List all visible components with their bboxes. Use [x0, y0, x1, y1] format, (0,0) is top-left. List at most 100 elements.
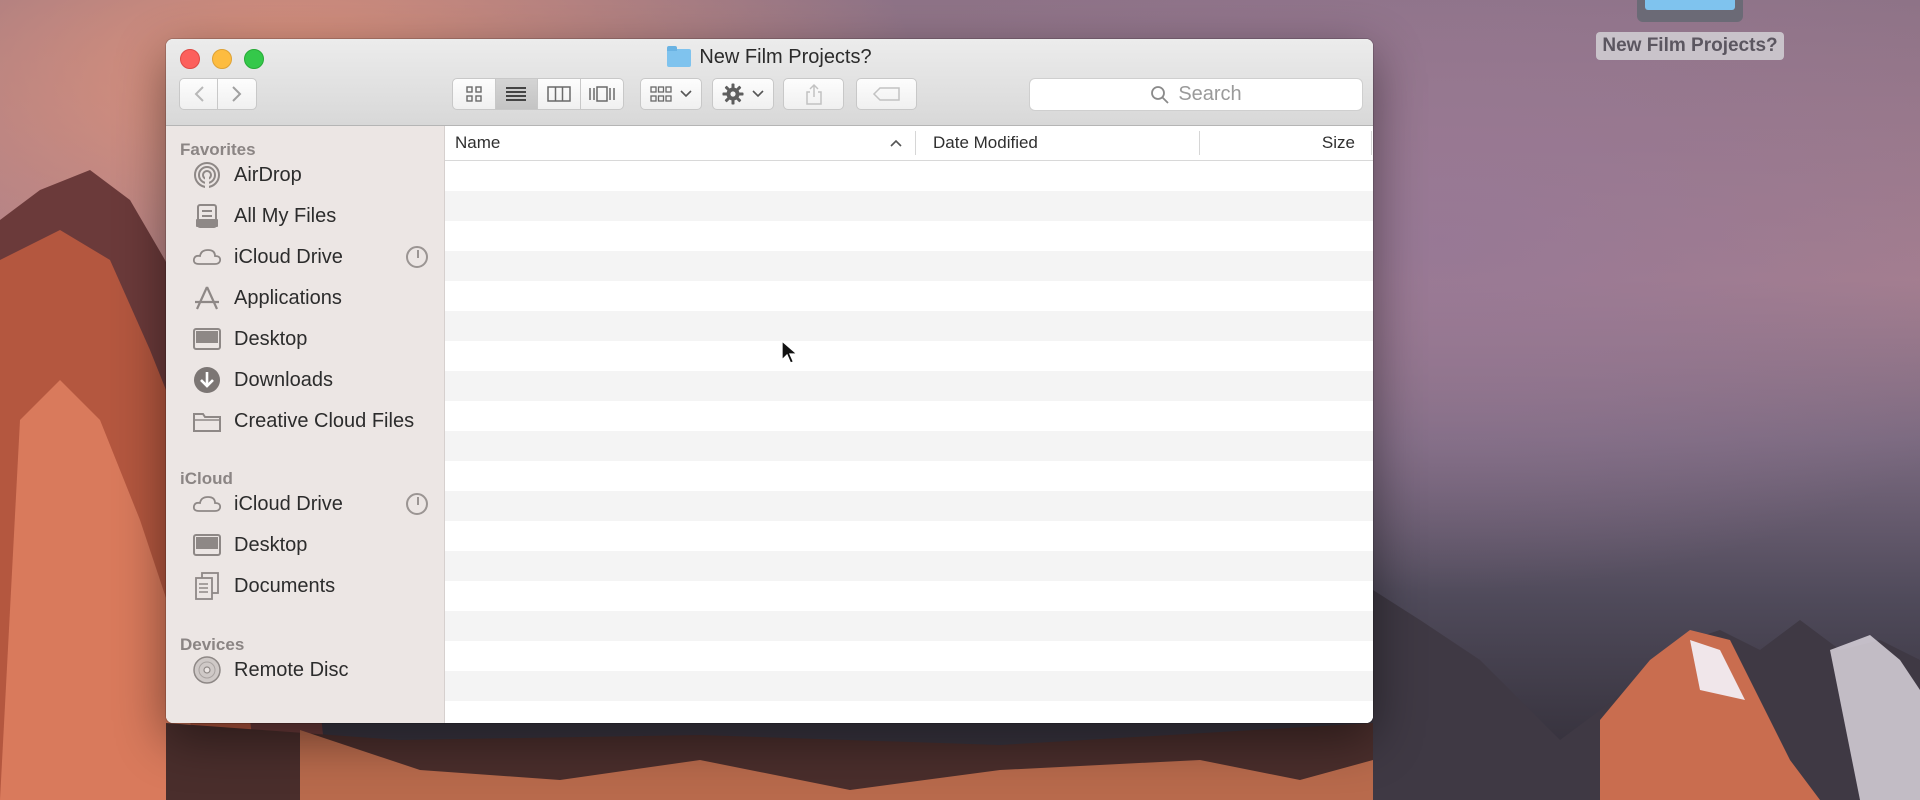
column-divider[interactable] [1371, 131, 1372, 155]
empty-row [445, 161, 1373, 191]
sidebar-item-airdrop[interactable]: AirDrop [192, 158, 428, 192]
sidebar-item-label: iCloud Drive [234, 245, 343, 268]
column-view-button[interactable] [538, 79, 581, 109]
desktop-folder-label: New Film Projects? [1596, 32, 1784, 60]
cloud-icon [192, 490, 222, 518]
sidebar: Favorites AirDrop All My Files iCloud Dr… [166, 126, 445, 723]
column-name-label: Name [455, 133, 501, 152]
empty-row [445, 641, 1373, 671]
mouse-cursor-icon [781, 340, 799, 364]
sidebar-item-desktop[interactable]: Desktop [192, 322, 428, 356]
sidebar-item-label: Creative Cloud Files [234, 409, 415, 432]
folder-icon [667, 45, 692, 67]
share-icon [805, 83, 822, 105]
sort-ascending-icon [890, 139, 902, 147]
back-button[interactable] [180, 79, 219, 109]
nav-buttons [179, 78, 257, 110]
window-title: New Film Projects? [166, 45, 1373, 69]
sync-progress-icon [406, 246, 428, 268]
chevron-right-icon [232, 86, 242, 102]
sidebar-item-label: Desktop [234, 533, 308, 556]
empty-row [445, 461, 1373, 491]
sidebar-item-label: Downloads [234, 368, 333, 391]
titlebar: New Film Projects? Search [166, 39, 1373, 126]
chevron-down-icon [680, 90, 692, 98]
list-icon [506, 87, 527, 101]
sidebar-item-documents[interactable]: Documents [192, 569, 428, 603]
desktop-folder[interactable]: New Film Projects? [1595, 0, 1785, 60]
action-button[interactable] [712, 78, 774, 110]
empty-row [445, 251, 1373, 281]
sidebar-item-label: iCloud Drive [234, 492, 343, 515]
column-size-label: Size [1321, 133, 1355, 152]
empty-row [445, 281, 1373, 311]
desktop-icon [192, 325, 222, 353]
column-size[interactable]: Size [1205, 126, 1355, 160]
sidebar-item-label: Applications [234, 286, 342, 309]
arrange-grid-icon [650, 86, 672, 102]
sync-progress-icon [406, 493, 428, 515]
folder-icon [1637, 0, 1743, 22]
file-list: Name Date Modified Size K [445, 126, 1373, 723]
window-title-text: New Film Projects? [699, 46, 872, 68]
sidebar-item-label: Remote Disc [234, 658, 349, 681]
gear-icon [722, 83, 744, 105]
sidebar-item-applications[interactable]: Applications [192, 281, 428, 315]
column-header: Name Date Modified Size K [445, 126, 1373, 161]
search-icon [1151, 85, 1169, 104]
empty-row [445, 581, 1373, 611]
all-files-icon [192, 202, 222, 230]
empty-row [445, 371, 1373, 401]
sidebar-item-icloud-drive[interactable]: iCloud Drive [192, 240, 428, 274]
empty-row [445, 341, 1373, 371]
chevron-down-icon [752, 90, 764, 98]
icon-view-button[interactable] [453, 79, 496, 109]
tags-button[interactable] [856, 78, 917, 110]
sidebar-item-icloud-drive[interactable]: iCloud Drive [192, 487, 428, 521]
cover-flow-button[interactable] [581, 79, 623, 109]
empty-row [445, 401, 1373, 431]
sidebar-item-icloud-desktop[interactable]: Desktop [192, 528, 428, 562]
sidebar-item-downloads[interactable]: Downloads [192, 363, 428, 397]
applications-icon [192, 284, 222, 312]
airdrop-icon [192, 161, 222, 189]
empty-row [445, 311, 1373, 341]
search-field[interactable]: Search [1029, 78, 1363, 111]
share-button[interactable] [783, 78, 844, 110]
sidebar-item-label: Desktop [234, 327, 308, 350]
column-divider[interactable] [915, 131, 916, 155]
empty-row [445, 221, 1373, 251]
columns-icon [547, 86, 571, 102]
chevron-left-icon [194, 86, 204, 102]
sidebar-item-remote-disc[interactable]: Remote Disc [192, 653, 428, 687]
column-divider[interactable] [1199, 131, 1200, 155]
sidebar-heading-devices: Devices [180, 635, 245, 654]
search-placeholder: Search [1178, 83, 1242, 105]
empty-row [445, 701, 1373, 723]
grid-icon [466, 86, 482, 102]
sidebar-item-all-my-files[interactable]: All My Files [192, 199, 428, 233]
empty-row [445, 491, 1373, 521]
sidebar-item-label: Documents [234, 574, 336, 597]
sidebar-item-label: All My Files [234, 204, 337, 227]
list-view-button[interactable] [495, 79, 538, 109]
column-name[interactable]: Name [455, 126, 915, 160]
folder-icon [192, 407, 222, 435]
empty-row [445, 431, 1373, 461]
column-date-modified[interactable]: Date Modified [933, 126, 1203, 160]
view-mode-control [452, 78, 624, 110]
sidebar-heading-favorites: Favorites [180, 140, 256, 159]
file-rows[interactable] [445, 161, 1373, 723]
empty-row [445, 551, 1373, 581]
cloud-icon [192, 243, 222, 271]
empty-row [445, 191, 1373, 221]
forward-button[interactable] [218, 79, 256, 109]
arrange-button[interactable] [640, 78, 702, 110]
sidebar-heading-icloud: iCloud [180, 469, 233, 488]
finder-window: New Film Projects? Search Favorites AirD… [166, 39, 1373, 723]
downloads-icon [192, 366, 222, 394]
empty-row [445, 521, 1373, 551]
column-date-label: Date Modified [933, 133, 1038, 152]
documents-icon [192, 572, 222, 600]
sidebar-item-creative-cloud-files[interactable]: Creative Cloud Files [192, 404, 428, 438]
